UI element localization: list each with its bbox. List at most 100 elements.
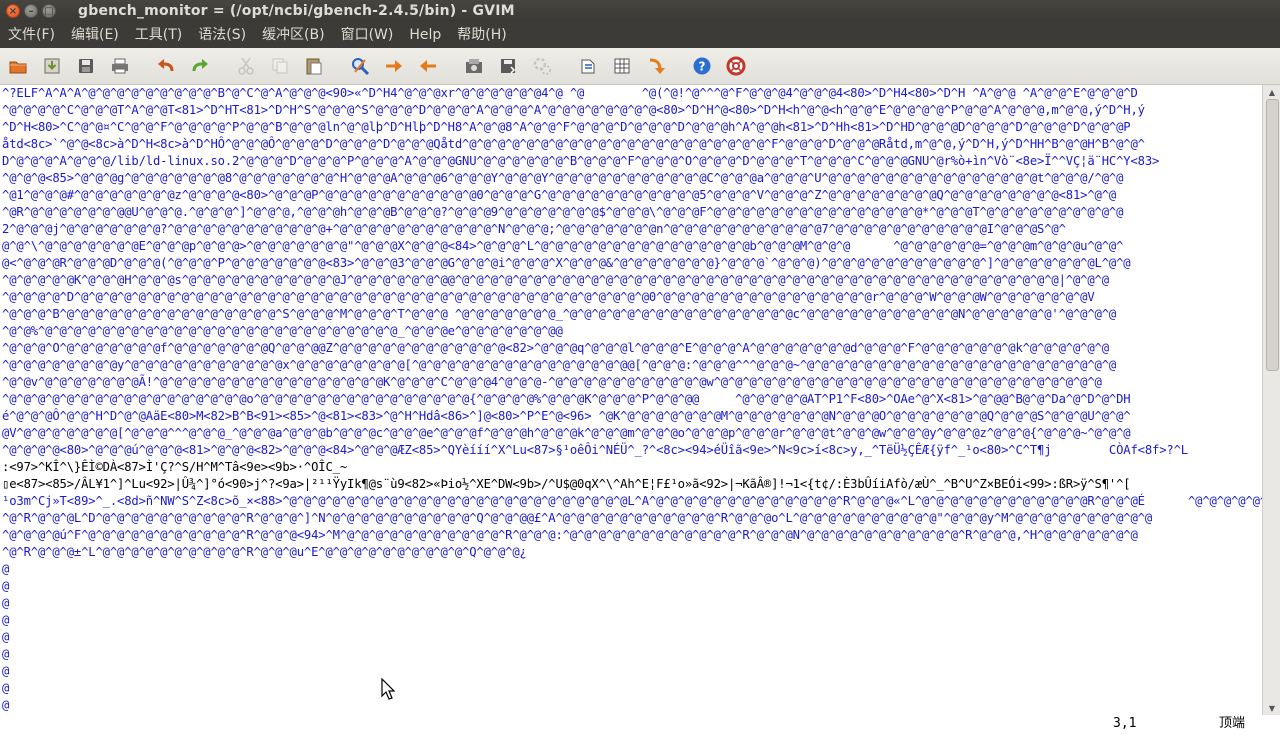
text-line: ^D^H<80>^C^@^@¤^C^@^@^F^@^@^@^@^P^@^@^B^…: [2, 120, 1131, 134]
menu-edit[interactable]: 编辑(E): [63, 22, 127, 48]
text-line: ^@^@^@^@^@^@^@^@y^@^@^@^@^@^@^@^@^@^@^@x…: [2, 358, 1117, 372]
text-line: ^@1^@^@^@#^@^@^@^@^@^@^@z^@^@^@^@<80>^@^…: [2, 188, 1117, 202]
menu-help-en[interactable]: Help: [401, 22, 449, 48]
find-prev-icon: [420, 60, 436, 72]
filler-line: @: [2, 681, 10, 695]
undo-button[interactable]: [156, 56, 176, 76]
text-line: ^@^@^@^@ú^F^@^@^@^@^@^@^@^@^@^@^@^R^@^@^…: [2, 528, 1138, 542]
paste-icon: [306, 58, 322, 75]
copy-button[interactable]: [270, 56, 290, 76]
find-prev-button[interactable]: [418, 56, 438, 76]
maximize-window-button[interactable]: □: [42, 4, 56, 18]
filler-line: @: [2, 579, 10, 593]
open-button[interactable]: [8, 56, 28, 76]
save-session-icon: [501, 59, 516, 74]
menu-file[interactable]: 文件(F): [0, 22, 63, 48]
cut-icon: [238, 57, 254, 75]
scroll-down-arrow-icon[interactable]: ▼: [1263, 701, 1280, 715]
text-line: ^@^@^@^O^@^@^@^@^@^@^@f^@^@^@^@^@^@^@Q^@…: [2, 341, 1109, 355]
redo-icon: [192, 59, 208, 72]
save-button[interactable]: [76, 56, 96, 76]
vertical-scrollbar[interactable]: ▲ ▼: [1262, 85, 1280, 715]
save-session-button[interactable]: [498, 56, 518, 76]
make-button[interactable]: [578, 56, 598, 76]
text-line: @V^@^@^@^@^@^@^@[^@^@^@^^^@^@^@_^@^@^@a^…: [2, 426, 1131, 440]
make-icon: [581, 59, 595, 74]
paste-button[interactable]: [304, 56, 324, 76]
text-line: ^@^@v^@^@^@^@^@^@^@Ã!^@^@^@^@^@^@^@^@^@^…: [2, 375, 1102, 389]
menu-help[interactable]: 帮助(H): [449, 22, 514, 48]
save-as-button[interactable]: [42, 56, 62, 76]
text-line: ^@^@^@^@^@^@^@^@^@^@^@^@^@^@^@^@^@o^@^@^…: [2, 392, 1131, 406]
text-line: ^@^R^@^@^@L^D^@^@^@^@^@^@^@^@^@^@^R^@^@^…: [2, 511, 1152, 525]
find-help-icon: [726, 56, 746, 76]
text-line: @^@^\^@^@^@^@^@^@^@E^@^@^@p^@^@^@>^@^@^@…: [2, 239, 1124, 253]
text-line: :<97>^KÎ^\}ÊÌ©DÀ<87>Ì'Ç?^S/H^M^Tâ<9e><9b…: [2, 460, 347, 474]
find-help-button[interactable]: [726, 56, 746, 76]
toolbar: ?: [0, 48, 1280, 85]
scroll-up-arrow-icon[interactable]: ▲: [1263, 85, 1280, 99]
minimize-icon: –: [28, 5, 34, 17]
text-line: ^@^@^@^@^@K^@^@^@H^@^@^@s^@^@^@^@^@^@^@^…: [2, 273, 1109, 287]
title-bar[interactable]: × – □ gbench_monitor = (/opt/ncbi/gbench…: [0, 0, 1280, 22]
filler-line: @: [2, 647, 10, 661]
cursor-line: ▯e<87><85>/ÂL¥1^]^Lu<92>|Û¾^]°ó<90>j^?<9…: [2, 477, 1131, 491]
redo-button[interactable]: [190, 56, 210, 76]
find-replace-icon: [352, 58, 370, 76]
jump-tag-icon: [649, 58, 665, 74]
load-session-icon: [466, 59, 482, 73]
cursor-position: 3,1: [1113, 716, 1137, 731]
build-tags-button[interactable]: [612, 56, 632, 76]
find-next-icon: [386, 60, 402, 72]
text-line: ^@R^@^@^@^@^@^@^@@U^@^@^@.^@^@^@^]^@^@^@…: [2, 205, 1124, 219]
filler-line: @: [2, 664, 10, 678]
run-script-icon: [533, 57, 551, 75]
filler-line: @: [2, 630, 10, 644]
undo-icon: [158, 59, 174, 72]
text-line: ¹o3m^Cj»T<89>^_.<8d>ñ^NW^S^Z<8c>õ_×<88>^…: [2, 494, 1262, 508]
scrollbar-thumb[interactable]: [1266, 99, 1279, 371]
text-line: D^@^@^@^A^@^@^@/lib/ld-linux.so.2^@^@^@^…: [2, 154, 1160, 168]
filler-line: @: [2, 562, 10, 576]
maximize-icon: □: [44, 5, 54, 17]
status-line: 3,1 顶端: [0, 715, 1280, 736]
close-icon: ×: [8, 5, 18, 17]
text-line: ^@^R^@^@^@±^L^@^@^@^@^@^@^@^@^@^@^R^@^@^…: [2, 545, 527, 559]
jump-tag-button[interactable]: [646, 56, 666, 76]
text-line: ^?ELF^A^A^A^@^@^@^@^@^@^@^@^@^B^@^C^@^A^…: [2, 86, 1138, 100]
save-disk-icon: [79, 59, 93, 73]
help-icon: ?: [693, 57, 711, 75]
cut-button[interactable]: [236, 56, 256, 76]
menu-tools[interactable]: 工具(T): [127, 22, 190, 48]
editor-text-area[interactable]: ^?ELF^A^A^A^@^@^@^@^@^@^@^@^@^B^@^C^@^A^…: [0, 85, 1262, 715]
print-button[interactable]: [110, 56, 130, 76]
minimize-window-button[interactable]: –: [24, 4, 38, 18]
text-line: ^@^@^@^@^D^@^@^@^@^@^@^@^@^@^@^@^@^@^@^@…: [2, 290, 1095, 304]
help-button[interactable]: ?: [692, 56, 712, 76]
text-line: åtd<8c>`^@^@<8c>à^D^H<8c>à^D^HÔ^@^@^@Ô^@…: [2, 137, 1145, 151]
scroll-position: 顶端: [1219, 716, 1246, 731]
filler-line: @: [2, 613, 10, 627]
text-line: ^@^@^@<85>^@^@^@g^@^@^@^@^@^@^@8^@^@^@^@…: [2, 171, 1124, 185]
window-title: gbench_monitor = (/opt/ncbi/gbench-2.4.5…: [78, 3, 515, 19]
text-line: ^@^@%^@^@^@^@^@^@^@^@^@^@^@^@^@^@^@^@^@^…: [2, 324, 563, 338]
close-window-button[interactable]: ×: [6, 4, 20, 18]
text-line: ^@^@^@^@<80>^@^@^@ú^@^@^@<81>^@^@^@<82>^…: [2, 443, 1188, 457]
find-replace-button[interactable]: [350, 56, 370, 76]
menu-window[interactable]: 窗口(W): [333, 22, 402, 48]
download-save-icon: [44, 58, 60, 74]
find-next-button[interactable]: [384, 56, 404, 76]
open-folder-icon: [9, 61, 27, 74]
svg-text:?: ?: [699, 60, 706, 74]
menu-buffers[interactable]: 缓冲区(B): [254, 22, 333, 48]
menu-syntax[interactable]: 语法(S): [190, 22, 254, 48]
load-session-button[interactable]: [464, 56, 484, 76]
filler-line: @: [2, 698, 10, 712]
run-script-button[interactable]: [532, 56, 552, 76]
text-line: 2^@^@^@j^@^@^@^@^@^@^@?^@^@^@^@^@^@^@^@^…: [2, 222, 1066, 236]
copy-icon: [272, 58, 288, 74]
filler-line: @: [2, 596, 10, 610]
mouse-pointer-icon: [381, 678, 395, 700]
menu-bar: 文件(F) 编辑(E) 工具(T) 语法(S) 缓冲区(B) 窗口(W) Hel…: [0, 22, 1280, 48]
text-line: ^@^@^@^@^C^@^@^@T^A^@^@T<81>^D^HT<81>^D^…: [2, 103, 1145, 117]
